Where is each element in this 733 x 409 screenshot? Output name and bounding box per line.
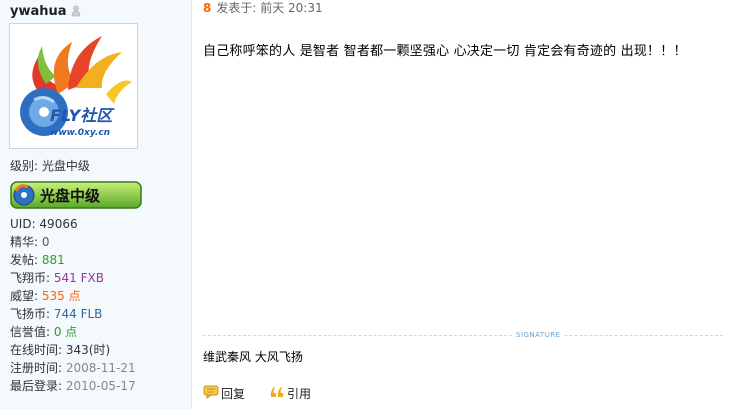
post-actions: 回复 引用 — [203, 385, 335, 402]
offline-status-icon — [71, 5, 81, 17]
stat-flb: 飞扬币: 744 FLB — [10, 307, 103, 321]
stat-online-time: 在线时间: 343(时) — [10, 343, 111, 357]
username-link[interactable]: ywahua — [10, 4, 67, 19]
level-badge: 光盘中级 — [10, 181, 142, 209]
level-badge-text: 光盘中级 — [39, 187, 101, 205]
signature-label: SIGNATURE — [513, 331, 564, 340]
stat-credit: 信誉值: 0 点 — [10, 325, 78, 339]
post-content-column: 8 发表于: 前天 20:31 自己称呼笨的人 是智者 智者都一颗坚强心 心决定一… — [193, 0, 733, 409]
user-level: 级别: 光盘中级 — [10, 159, 90, 173]
quote-icon — [269, 385, 285, 402]
post-time: 发表于: 前天 20:31 — [216, 1, 323, 15]
floor-number[interactable]: 8 — [203, 1, 211, 15]
post-body: 自己称呼笨的人 是智者 智者都一颗坚强心 心决定一切 肯定会有奇迹的 出现！！！ — [203, 44, 687, 59]
stat-prestige: 威望: 535 点 — [10, 289, 81, 303]
stat-uid: UID: 49066 — [10, 217, 78, 231]
stat-posts: 发帖: 881 — [10, 253, 65, 267]
signature-text: 维武秦风 大风飞扬 — [203, 350, 303, 364]
reply-button[interactable]: 回复 — [203, 385, 245, 402]
reply-label: 回复 — [221, 387, 246, 401]
signature-divider — [203, 335, 723, 336]
avatar[interactable]: FLY社区 www.0xy.cn — [9, 23, 138, 149]
stat-register-date: 注册时间: 2008-11-21 — [10, 361, 136, 375]
avatar-brand-text: FLY社区 — [50, 106, 115, 125]
post-meta: 8 发表于: 前天 20:31 — [203, 0, 323, 16]
stat-digest: 精华: 0 — [10, 235, 50, 249]
username-row: ywahua — [10, 3, 81, 19]
stat-fxb: 飞翔币: 541 FXB — [10, 271, 104, 285]
user-sidebar: ywahua FLY社区 www.0xy.cn 级别: 光盘中级 光盘中级 UI… — [0, 0, 192, 409]
quote-label: 引用 — [287, 387, 312, 401]
stat-last-login: 最后登录: 2010-05-17 — [10, 379, 136, 393]
quote-button[interactable]: 引用 — [269, 385, 311, 402]
user-stats: UID: 49066 精华: 0 发帖: 881 飞翔币: 541 FXB 威望… — [10, 215, 190, 395]
reply-icon — [203, 385, 219, 402]
avatar-url-text: www.0xy.cn — [50, 128, 110, 138]
